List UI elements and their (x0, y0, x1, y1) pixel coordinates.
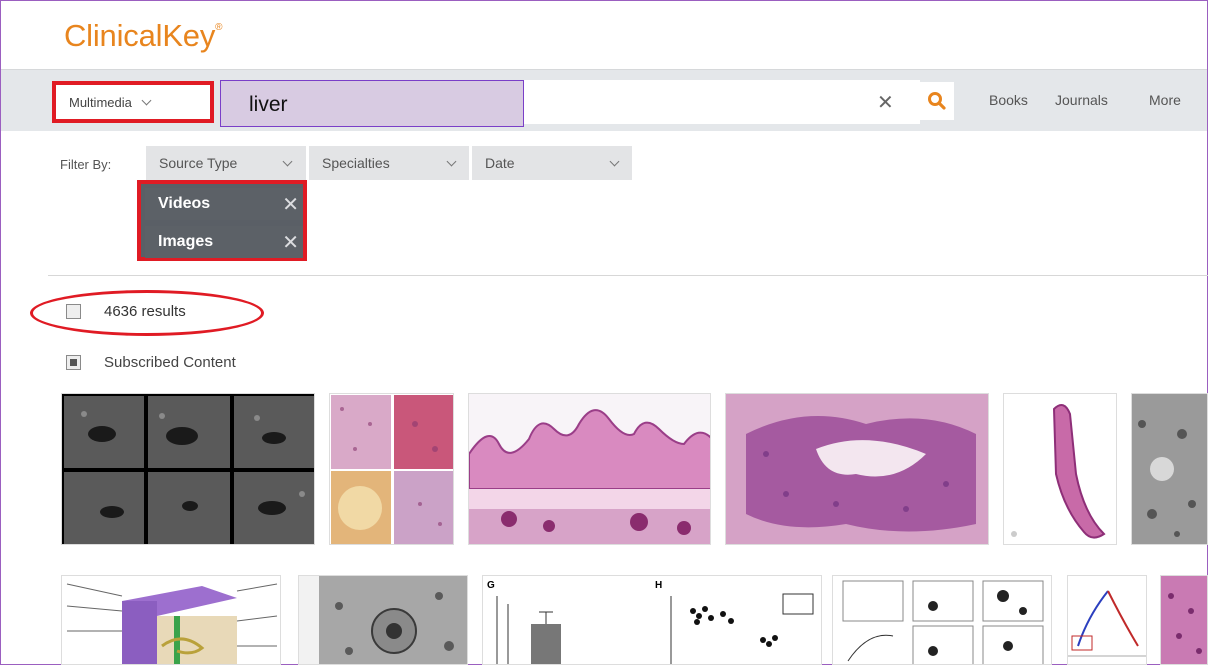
result-thumbnail-chart-figure[interactable]: G H (482, 575, 822, 665)
chevron-down-icon (609, 156, 620, 167)
result-thumbnail-histology-wide[interactable] (468, 393, 711, 545)
result-thumbnail-histology-quad[interactable] (329, 393, 454, 545)
clear-search-icon[interactable]: ✕ (877, 90, 894, 115)
result-thumbnail-histology-glands[interactable] (725, 393, 989, 545)
chevron-down-icon (142, 95, 152, 106)
active-filter-chips: Videos ✕ Images ✕ (137, 180, 307, 261)
nav-books[interactable]: Books (989, 92, 1028, 108)
select-all-checkbox[interactable] (66, 304, 81, 319)
filter-source-type[interactable]: Source Type (146, 146, 306, 180)
nav-journals[interactable]: Journals (1055, 92, 1108, 108)
clinicalkey-logo[interactable]: ClinicalKey® (64, 18, 223, 54)
remove-chip-icon[interactable]: ✕ (282, 192, 299, 217)
result-thumbnail-electron-micrograph-cell[interactable] (298, 575, 468, 665)
filter-specialties-label: Specialties (322, 155, 390, 171)
chevron-down-icon (446, 156, 457, 167)
nav-more[interactable]: More (1149, 92, 1181, 108)
svg-text:G: G (487, 580, 495, 591)
chip-images: Images ✕ (145, 226, 303, 258)
svg-text:H: H (655, 580, 662, 591)
scope-dropdown[interactable]: Multimedia (52, 81, 214, 123)
remove-chip-icon[interactable]: ✕ (282, 230, 299, 255)
subscribed-content-label: Subscribed Content (104, 354, 236, 371)
result-thumbnail-anatomy-diagram[interactable] (61, 575, 281, 665)
chip-videos-label: Videos (158, 195, 211, 212)
result-thumbnail-vascular-diagram[interactable] (1067, 575, 1147, 665)
result-thumbnail-ultrasound[interactable] (61, 393, 315, 545)
filter-date[interactable]: Date (472, 146, 632, 180)
result-thumbnail-flow-cytometry[interactable] (832, 575, 1052, 665)
result-thumbnail-histology-partial[interactable] (1160, 575, 1208, 665)
filter-specialties[interactable]: Specialties (309, 146, 469, 180)
results-count: 4636 results (104, 303, 186, 320)
scope-label: Multimedia (69, 95, 132, 110)
filter-by-label: Filter By: (60, 157, 112, 172)
chip-videos: Videos ✕ (145, 188, 303, 220)
result-thumbnail-electron-micrograph[interactable] (1131, 393, 1208, 545)
chevron-down-icon (282, 156, 293, 167)
chip-images-label: Images (158, 233, 214, 250)
subscribed-content-checkbox[interactable] (66, 355, 81, 370)
search-button[interactable] (918, 82, 954, 120)
filter-source-type-label: Source Type (159, 155, 238, 171)
filter-date-label: Date (485, 155, 515, 171)
section-divider (48, 275, 1208, 276)
result-thumbnail-histology-villus[interactable] (1003, 393, 1117, 545)
search-query-text[interactable]: liver (220, 80, 524, 127)
search-icon (928, 92, 946, 110)
